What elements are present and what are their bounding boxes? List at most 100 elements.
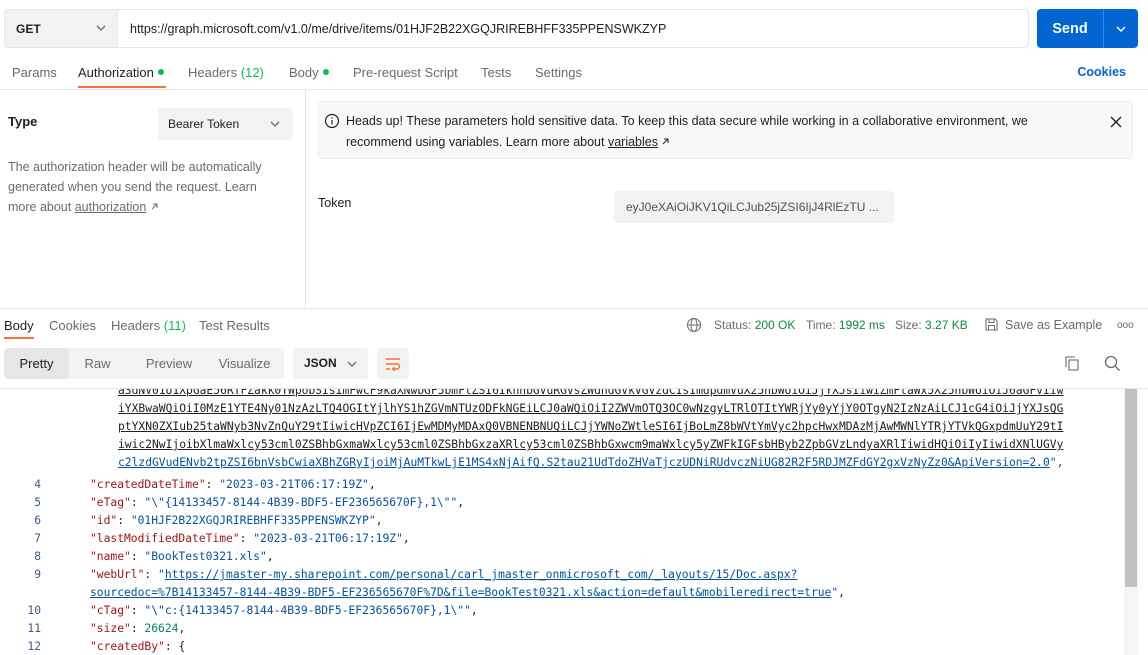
authorization-link[interactable]: authorization	[75, 200, 147, 214]
close-icon[interactable]	[1110, 116, 1122, 128]
type-label: Type	[8, 114, 38, 129]
active-dot-icon	[157, 69, 164, 75]
chevron-down-icon	[96, 25, 106, 31]
code-line: "cTag": "\"c:{14133457-8144-4B39-BDF5-EF…	[90, 604, 478, 617]
line-number: 8	[34, 550, 41, 563]
visualize-button[interactable]: Visualize	[212, 348, 277, 379]
weburl-link[interactable]: https://jmaster-my.sharepoint.com/person…	[165, 568, 798, 581]
status-value: 200 OK	[754, 318, 796, 332]
time-value: 1992 ms	[838, 318, 885, 332]
auth-type-value: Bearer Token	[168, 117, 240, 131]
json-key: "createdBy"	[90, 640, 165, 653]
globe-icon[interactable]	[686, 317, 702, 333]
json-key: "id"	[90, 514, 118, 527]
tab-body[interactable]: Body	[289, 65, 329, 80]
line-number: 9	[34, 568, 41, 581]
code-line: sourcedoc=%7B14133457-8144-4B39-BDF5-EF2…	[90, 586, 845, 599]
sensitive-data-banner: Heads up! These parameters hold sensitiv…	[318, 101, 1133, 159]
tab-response-headers[interactable]: Headers (11)	[111, 318, 186, 333]
banner-message: Heads up! These parameters hold sensitiv…	[346, 114, 1028, 149]
auth-type-select[interactable]: Bearer Token	[158, 108, 293, 140]
scrollbar[interactable]	[1124, 389, 1138, 655]
method-select[interactable]: GET	[4, 9, 118, 48]
json-key: "name"	[90, 550, 131, 563]
send-options-chevron-icon[interactable]	[1104, 23, 1138, 35]
json-value: "\"c:{14133457-8144-4B39-BDF5-EF23656567…	[144, 604, 471, 617]
vertical-divider	[305, 90, 306, 308]
tab-prerequest-script[interactable]: Pre-request Script	[353, 65, 458, 80]
headers-count: (12)	[240, 65, 264, 80]
tab-response-cookies[interactable]: Cookies	[49, 318, 96, 333]
json-value: "\"{14133457-8144-4B39-BDF5-EF236565670F…	[144, 496, 458, 509]
status-indicator[interactable]: Status: 200 OK	[714, 318, 795, 332]
tab-headers-label: Headers	[188, 65, 238, 80]
wrap-lines-icon	[386, 357, 401, 371]
code-url[interactable]: c2lzdGVudENvb2tpZSI6bnVsbCwiaXBhZGRyIjoi…	[118, 456, 1050, 469]
code-line: "eTag": "\"{14133457-8144-4B39-BDF5-EF23…	[90, 496, 465, 509]
size-label: Size:	[895, 318, 922, 332]
size-indicator[interactable]: Size: 3.27 KB	[895, 318, 968, 332]
tab-authorization-label: Authorization	[78, 65, 154, 80]
format-tabs: Pretty Raw Preview Visualize	[4, 348, 284, 379]
tab-response-headers-label: Headers	[111, 318, 161, 333]
tab-settings[interactable]: Settings	[535, 65, 582, 80]
banner-text: Heads up! These parameters hold sensitiv…	[346, 111, 1086, 153]
response-body-code[interactable]: a3dNV01U1XpGaE56RTFZakk0TWpobSIsImFwcF9k…	[0, 389, 1122, 655]
response-headers-count: (11)	[163, 318, 186, 333]
line-number: 6	[34, 514, 41, 527]
size-value: 3.27 KB	[925, 318, 968, 332]
code-line: "name": "BookTest0321.xls",	[90, 550, 274, 563]
method-label: GET	[16, 21, 41, 36]
code-line: c2lzdGVudENvb2tpZSI6bnVsbCwiaXBhZGRyIjoi…	[118, 456, 1064, 469]
code-line: "size": 26624,	[90, 622, 186, 635]
json-key: "createdDateTime"	[90, 478, 206, 491]
line-number: 10	[27, 604, 41, 617]
more-options-icon[interactable]: ooo	[1117, 320, 1134, 331]
divider	[0, 308, 1148, 309]
copy-icon[interactable]	[1064, 355, 1080, 372]
external-link-icon	[663, 138, 669, 145]
preview-button[interactable]: Preview	[134, 348, 204, 379]
active-tab-underline	[4, 337, 34, 339]
json-value: "01HJF2B22XGQJRIREBHFF335PPENSWKZYP"	[130, 514, 376, 527]
time-indicator[interactable]: Time: 1992 ms	[806, 318, 885, 332]
wrap-lines-button[interactable]	[377, 348, 409, 379]
pretty-button[interactable]: Pretty	[4, 348, 69, 379]
line-number: 5	[34, 496, 41, 509]
tab-params[interactable]: Params	[12, 65, 57, 80]
format-select[interactable]: JSON	[293, 348, 368, 379]
url-input[interactable]: https://graph.microsoft.com/v1.0/me/driv…	[118, 9, 1029, 48]
line-number: 7	[34, 532, 41, 545]
json-key: "eTag"	[90, 496, 131, 509]
variables-link[interactable]: variables	[608, 135, 658, 149]
json-value: "BookTest0321.xls"	[144, 550, 267, 563]
json-value: 26624	[144, 622, 179, 635]
search-icon[interactable]	[1104, 355, 1121, 372]
token-input[interactable]: eyJ0eXAiOiJKV1QiLCJub25jZSI6IjJ4RlEzTU .…	[614, 191, 894, 223]
send-button[interactable]: Send	[1037, 9, 1138, 48]
raw-button[interactable]: Raw	[75, 348, 120, 379]
json-key: "lastModifiedDateTime"	[90, 532, 240, 545]
tab-test-results[interactable]: Test Results	[199, 318, 270, 333]
tab-tests[interactable]: Tests	[481, 65, 511, 80]
save-icon[interactable]	[984, 317, 999, 332]
code-line: a3dNV01U1XpGaE56RTFZakk0TWpobSIsImFwcF9k…	[118, 389, 1064, 397]
scrollbar-thumb[interactable]	[1125, 389, 1137, 587]
url-text: https://graph.microsoft.com/v1.0/me/driv…	[130, 21, 667, 36]
active-tab-underline	[78, 86, 166, 88]
code-line: "createdDateTime": "2023-03-21T06:17:19Z…	[90, 478, 376, 491]
code-line: "createdBy": {	[90, 640, 186, 653]
cookies-link[interactable]: Cookies	[1077, 65, 1126, 79]
weburl-link-cont[interactable]: sourcedoc=%7B14133457-8144-4B39-BDF5-EF2…	[90, 586, 831, 599]
json-value: "2023-03-21T06:17:19Z"	[253, 532, 403, 545]
tab-response-body[interactable]: Body	[4, 318, 34, 333]
format-value: JSON	[304, 356, 337, 370]
code-line: "lastModifiedDateTime": "2023-03-21T06:1…	[90, 532, 410, 545]
tab-authorization[interactable]: Authorization	[78, 65, 164, 80]
info-icon	[324, 113, 340, 129]
request-bar: GET https://graph.microsoft.com/v1.0/me/…	[4, 9, 1029, 48]
json-value: "2023-03-21T06:17:19Z"	[219, 478, 369, 491]
chevron-down-icon	[347, 361, 357, 367]
save-as-example-button[interactable]: Save as Example	[1005, 318, 1102, 332]
tab-headers[interactable]: Headers (12)	[188, 65, 264, 80]
